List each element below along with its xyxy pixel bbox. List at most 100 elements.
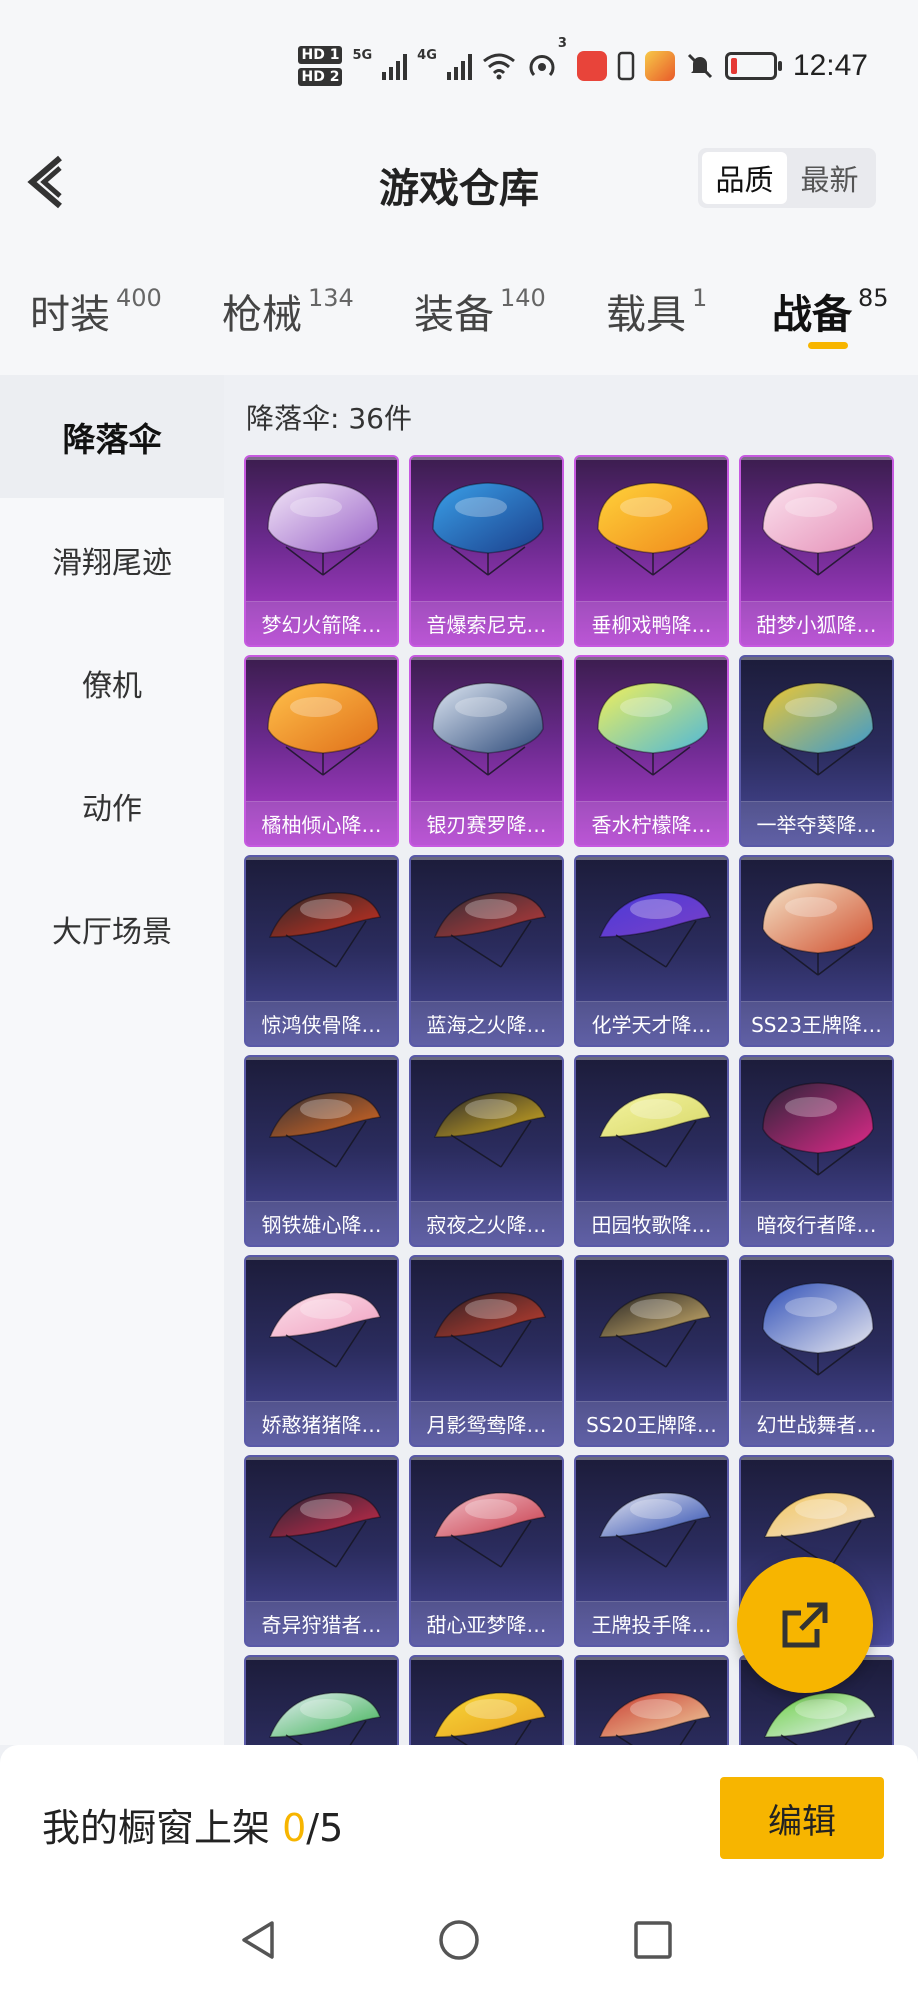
parachute-card[interactable]: 暗夜行者降… [739, 1055, 894, 1247]
parachute-icon [598, 1492, 712, 1568]
parachute-icon [268, 1492, 382, 1568]
hotspot-icon [529, 55, 555, 77]
parachute-card[interactable]: 月影鸳鸯降… [409, 1255, 564, 1447]
parachute-card[interactable]: 王牌投手降… [574, 1455, 729, 1647]
parachute-icon [598, 1692, 712, 1745]
tab-equipment[interactable]: 装备 140 [414, 282, 546, 340]
edit-button[interactable]: 编辑 [720, 1777, 884, 1859]
parachute-card[interactable] [574, 1655, 729, 1745]
parachute-card[interactable]: 香水柠檬降… [574, 655, 729, 847]
sidebar: 降落伞 滑翔尾迹 僚机 动作 大厅场景 [0, 375, 224, 1745]
parachute-icon [433, 1692, 547, 1745]
card-highlight [246, 1657, 397, 1660]
nav-back-icon[interactable] [234, 1915, 284, 1965]
parachute-icon [598, 892, 712, 968]
signal-icon-2 [446, 52, 472, 80]
card-highlight [411, 1657, 562, 1660]
parachute-icon [432, 482, 544, 576]
parachute-name: 银刃赛罗降… [411, 801, 562, 845]
parachute-card[interactable]: 蓝海之火降… [409, 855, 564, 1047]
parachute-icon [432, 682, 544, 776]
tab-battle-gear[interactable]: 战备 85 [772, 282, 889, 340]
parachute-name: 橘柚倾心降… [246, 801, 397, 845]
parachute-icon [267, 682, 379, 776]
parachute-card[interactable]: 音爆索尼克… [409, 455, 564, 647]
parachute-card[interactable]: 橘柚倾心降… [244, 655, 399, 847]
parachute-name: 梦幻火箭降… [246, 601, 397, 645]
item-grid: 梦幻火箭降… 音爆索尼克… 垂柳戏鸭降… 甜梦小狐降… 橘柚倾心降… 银刃赛罗降… 香水柠檬… [244, 455, 904, 1745]
parachute-card[interactable]: 垂柳戏鸭降… [574, 455, 729, 647]
parachute-icon [433, 1092, 547, 1168]
parachute-card[interactable]: 娇憨猪猪降… [244, 1255, 399, 1447]
sidebar-item-wingman[interactable]: 僚机 [0, 621, 224, 744]
network-5g-label: 5G [352, 48, 373, 63]
parachute-card[interactable]: 一举夺葵降… [739, 655, 894, 847]
sidebar-item-glide-trail[interactable]: 滑翔尾迹 [0, 498, 224, 621]
showcase-current-count: 0 [282, 1806, 307, 1850]
sort-toggle[interactable]: 品质 最新 [698, 148, 876, 208]
tab-label: 装备 [414, 292, 494, 338]
tab-label: 时装 [30, 292, 110, 338]
parachute-name: 香水柠檬降… [576, 801, 727, 845]
nav-home-icon[interactable] [434, 1915, 484, 1965]
status-bar: HD 1 HD 2 5G 4G 3 12:47 [0, 0, 918, 120]
parachute-name: 月影鸳鸯降… [411, 1401, 562, 1445]
parachute-name: 奇异狩猎者… [246, 1601, 397, 1645]
parachute-icon [597, 682, 709, 776]
tab-count: 1 [692, 284, 708, 312]
parachute-card[interactable]: 奇异狩猎者… [244, 1455, 399, 1647]
parachute-card[interactable]: 钢铁雄心降… [244, 1055, 399, 1247]
parachute-icon [597, 482, 709, 576]
parachute-icon [762, 1082, 874, 1176]
tab-count: 140 [500, 284, 546, 312]
tab-label: 枪械 [222, 292, 302, 338]
parachute-card[interactable] [409, 1655, 564, 1745]
parachute-name: 娇憨猪猪降… [246, 1401, 397, 1445]
parachute-card[interactable]: 幻世战舞者… [739, 1255, 894, 1447]
parachute-card[interactable]: SS20王牌降… [574, 1255, 729, 1447]
card-highlight [246, 857, 397, 860]
sidebar-item-parachute[interactable]: 降落伞 [0, 375, 224, 498]
parachute-card[interactable] [244, 1655, 399, 1745]
parachute-card[interactable]: 田园牧歌降… [574, 1055, 729, 1247]
parachute-card[interactable]: 化学天才降… [574, 855, 729, 1047]
showcase-status: 我的橱窗上架 0/5 [42, 1797, 343, 1852]
card-highlight [411, 1457, 562, 1460]
showcase-bar: 我的橱窗上架 0/5 编辑 [0, 1745, 918, 1893]
share-icon [782, 1602, 828, 1648]
parachute-card[interactable]: 甜心亚梦降… [409, 1455, 564, 1647]
sidebar-item-emote[interactable]: 动作 [0, 744, 224, 867]
parachute-icon [433, 892, 547, 968]
parachute-card[interactable]: 甜梦小狐降… [739, 455, 894, 647]
card-highlight [246, 657, 397, 660]
showcase-total: /5 [306, 1806, 344, 1850]
tab-vehicles[interactable]: 载具 1 [606, 282, 707, 340]
parachute-icon [267, 482, 379, 576]
tab-firearms[interactable]: 枪械 134 [222, 282, 354, 340]
parachute-icon [762, 1282, 874, 1376]
item-panel: 降落伞: 36件 梦幻火箭降… 音爆索尼克… 垂柳戏鸭降… 甜梦小狐降… 橘柚倾心降… 银… [224, 375, 918, 1745]
card-highlight [576, 857, 727, 860]
parachute-icon [762, 882, 874, 976]
parachute-icon [268, 1292, 382, 1368]
parachute-card[interactable]: 寂夜之火降… [409, 1055, 564, 1247]
sidebar-item-lobby-scene[interactable]: 大厅场景 [0, 867, 224, 990]
parachute-icon [598, 1092, 712, 1168]
parachute-name: 化学天才降… [576, 1001, 727, 1045]
card-highlight [741, 857, 892, 860]
parachute-icon [268, 892, 382, 968]
parachute-card[interactable]: 梦幻火箭降… [244, 455, 399, 647]
parachute-card[interactable]: SS23王牌降… [739, 855, 894, 1047]
share-button[interactable] [737, 1557, 873, 1693]
system-nav-bar [0, 1893, 918, 1989]
card-highlight [576, 1257, 727, 1260]
parachute-card[interactable]: 银刃赛罗降… [409, 655, 564, 847]
card-highlight [741, 1257, 892, 1260]
sort-quality-button[interactable]: 品质 [702, 152, 787, 204]
sort-newest-button[interactable]: 最新 [787, 152, 872, 204]
card-highlight [741, 1057, 892, 1060]
tab-fashion[interactable]: 时装 400 [30, 282, 162, 340]
parachute-card[interactable]: 惊鸿侠骨降… [244, 855, 399, 1047]
hd1-badge: HD 1 [298, 46, 343, 64]
nav-recents-icon[interactable] [628, 1915, 678, 1965]
